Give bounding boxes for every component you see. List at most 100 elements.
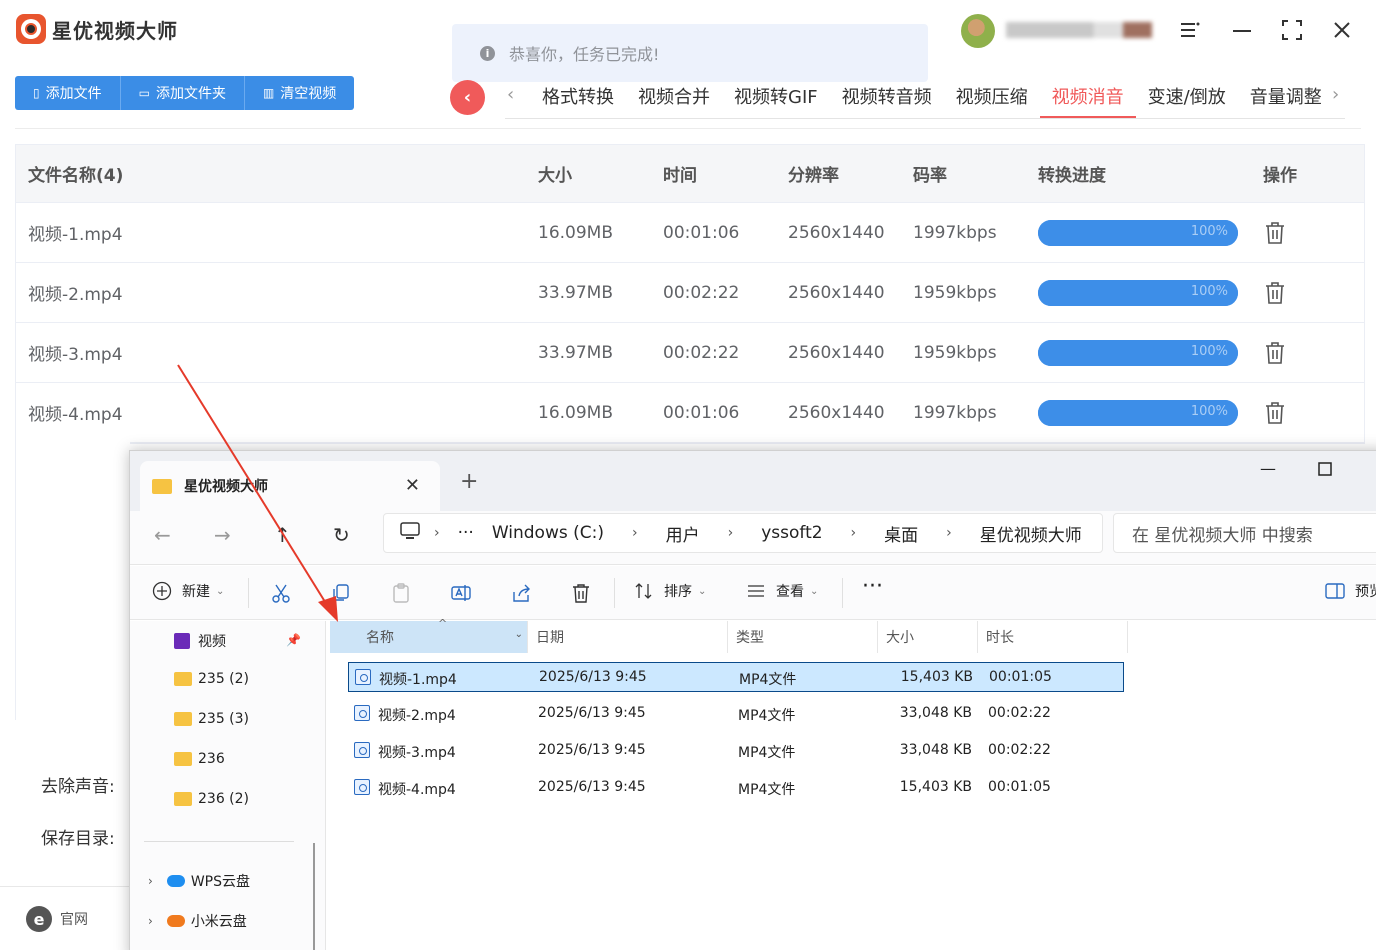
explorer-tab[interactable]: 星优视频大师 ✕: [140, 461, 440, 511]
tab-2[interactable]: 视频转GIF: [722, 80, 830, 118]
file-size: 15,403 KB: [900, 669, 973, 685]
tab-3[interactable]: 视频转音频: [830, 80, 944, 118]
tabs-scroll-left-icon[interactable]: ‹: [507, 84, 514, 105]
breadcrumb-chevron-icon[interactable]: ›: [728, 525, 734, 541]
new-button[interactable]: 新建 ⌄: [152, 581, 224, 601]
file-name: 视频-3.mp4: [28, 345, 123, 365]
file-date: 2025/6/13 9:45: [538, 742, 646, 758]
col-duration[interactable]: 时长: [978, 621, 1128, 653]
file-list-item[interactable]: 视频-2.mp4 2025/6/13 9:45 MP4文件 33,048 KB 00:0…: [348, 699, 1124, 729]
official-site-label: 官网: [60, 912, 88, 928]
file-list-item[interactable]: 视频-4.mp4 2025/6/13 9:45 MP4文件 15,403 KB 00:0…: [348, 773, 1124, 803]
address-bar[interactable]: › ··· Windows (C:) › 用户 › yssoft2 › 桌面 › 星优视频大师: [383, 513, 1103, 553]
progress-bar: 100%: [1038, 340, 1238, 366]
success-toast: i 恭喜你，任务已完成!: [452, 24, 928, 82]
mp4-file-icon: [354, 705, 370, 721]
sidebar-scrollbar[interactable]: [313, 843, 315, 950]
search-input[interactable]: 在 星优视频大师 中搜索: [1113, 513, 1376, 553]
file-list-item[interactable]: 视频-3.mp4 2025/6/13 9:45 MP4文件 33,048 KB 00:0…: [348, 736, 1124, 766]
share-icon[interactable]: [510, 582, 532, 604]
file-time: 00:01:06: [663, 222, 740, 243]
delete-row-icon[interactable]: [1265, 341, 1285, 365]
tab-7[interactable]: 音量调整: [1238, 80, 1334, 118]
rename-icon[interactable]: [450, 582, 472, 604]
delete-row-icon[interactable]: [1265, 281, 1285, 305]
file-duration: 00:01:05: [988, 779, 1051, 795]
maximize-icon[interactable]: [1278, 16, 1306, 44]
add-file-button[interactable]: ▯ 添加文件: [15, 76, 121, 110]
official-site-link[interactable]: e 官网: [26, 906, 88, 932]
back-icon[interactable]: ←: [154, 523, 171, 547]
preview-pane-button[interactable]: 预览: [1325, 581, 1376, 601]
col-type[interactable]: 类型: [728, 621, 878, 653]
breadcrumb-chevron-icon[interactable]: ›: [946, 525, 952, 541]
tab-5[interactable]: 视频消音: [1039, 80, 1136, 118]
file-time: 00:02:22: [663, 342, 740, 363]
cut-icon[interactable]: [270, 582, 292, 604]
expand-chevron-icon[interactable]: ›: [148, 914, 153, 928]
sidebar-item-cloud[interactable]: › 小米云盘: [148, 911, 247, 931]
sidebar-item-videos[interactable]: 视频: [174, 631, 226, 651]
clear-videos-button[interactable]: ▥ 清空视频: [245, 76, 354, 110]
tab-6[interactable]: 变速/倒放: [1136, 80, 1238, 118]
breadcrumb-item[interactable]: 用户: [666, 521, 700, 546]
menu-icon[interactable]: [1176, 16, 1204, 44]
more-options-icon[interactable]: ···: [862, 574, 883, 599]
sort-button[interactable]: 排序 ⌄: [634, 581, 706, 601]
delete-icon[interactable]: [570, 582, 592, 604]
video-library-icon: [174, 633, 190, 649]
chevron-down-icon[interactable]: ⌄: [515, 629, 523, 640]
minimize-icon[interactable]: [1228, 16, 1256, 44]
breadcrumb-chevron-icon[interactable]: ›: [632, 525, 638, 541]
breadcrumb-item[interactable]: 星优视频大师: [980, 521, 1082, 546]
breadcrumb-item[interactable]: 桌面: [884, 521, 918, 546]
sidebar-item-folder[interactable]: 235 (3): [174, 711, 249, 727]
tabs-scroll-right-icon[interactable]: ›: [1332, 84, 1339, 105]
sidebar-item-folder[interactable]: 236 (2): [174, 791, 249, 807]
col-name[interactable]: 名称 ^ ⌄: [330, 617, 528, 653]
refresh-icon[interactable]: ↻: [333, 523, 350, 547]
pin-icon[interactable]: 📌: [286, 633, 301, 647]
add-folder-button[interactable]: ▭ 添加文件夹: [121, 76, 245, 110]
file-name: 视频-4.mp4: [28, 405, 123, 425]
up-icon[interactable]: ↑: [274, 523, 291, 547]
breadcrumb-more[interactable]: ···: [458, 523, 474, 543]
new-tab-icon[interactable]: +: [460, 469, 478, 494]
function-tabs: 格式转换 视频合并 视频转GIF 视频转音频 视频压缩 视频消音 变速/倒放 音量调整: [530, 80, 1334, 118]
tab-0[interactable]: 格式转换: [530, 80, 626, 118]
trash-icon: ▥: [262, 86, 275, 100]
paste-icon[interactable]: [390, 582, 412, 604]
col-date[interactable]: 日期: [528, 621, 728, 653]
sidebar-item-label: 236 (2): [198, 791, 250, 807]
sidebar-item-folder[interactable]: 236: [174, 751, 225, 767]
close-icon[interactable]: [1328, 16, 1356, 44]
copy-icon[interactable]: [330, 582, 352, 604]
sidebar-item-folder[interactable]: 235 (2): [174, 671, 249, 687]
breadcrumb-chevron-icon[interactable]: ›: [851, 525, 857, 541]
sidebar-item-label: 小米云盘: [190, 914, 247, 930]
avatar[interactable]: [961, 14, 995, 48]
file-toolbar: ▯ 添加文件 ▭ 添加文件夹 ▥ 清空视频: [15, 76, 355, 110]
explorer-minimize-icon[interactable]: —: [1260, 459, 1276, 478]
tab-close-icon[interactable]: ✕: [405, 475, 420, 496]
back-arrow-icon[interactable]: ‹: [450, 80, 485, 115]
tab-4[interactable]: 视频压缩: [944, 80, 1040, 118]
cloud-icon: [166, 875, 185, 887]
file-bitrate: 1959kbps: [913, 282, 997, 303]
file-list-item[interactable]: 视频-1.mp4 2025/6/13 9:45 MP4文件 15,403 KB 00:0…: [348, 662, 1124, 692]
explorer-maximize-icon[interactable]: [1318, 461, 1332, 480]
table-header: 文件名称(4) 大小 时间 分辨率 码率 转换进度 操作: [16, 145, 1364, 203]
sidebar-item-label: 235 (2): [198, 671, 250, 687]
computer-icon: [400, 521, 420, 545]
col-size[interactable]: 大小: [878, 621, 978, 653]
delete-row-icon[interactable]: [1265, 401, 1285, 425]
file-name: 视频-2.mp4: [28, 285, 123, 305]
sidebar-item-cloud[interactable]: › WPS云盘: [148, 871, 250, 891]
view-button[interactable]: 查看 ⌄: [746, 581, 818, 601]
expand-chevron-icon[interactable]: ›: [148, 874, 153, 888]
breadcrumb-item[interactable]: Windows (C:): [492, 523, 604, 543]
delete-row-icon[interactable]: [1265, 221, 1285, 245]
tab-1[interactable]: 视频合并: [626, 80, 722, 118]
breadcrumb-item[interactable]: yssoft2: [761, 523, 822, 543]
forward-icon[interactable]: →: [214, 523, 231, 547]
